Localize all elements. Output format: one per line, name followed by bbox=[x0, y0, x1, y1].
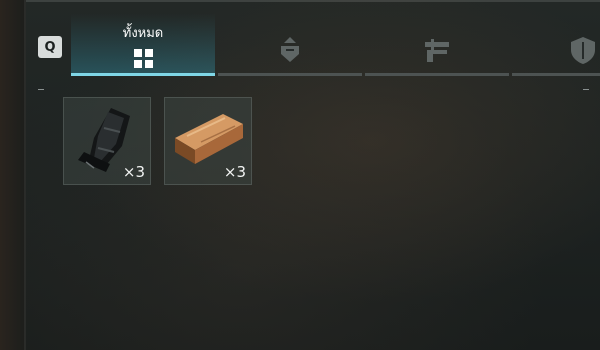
tab-weapon-underline bbox=[365, 73, 509, 76]
inventory-slot-2[interactable]: ×3 bbox=[164, 97, 252, 185]
tab-all-underline bbox=[71, 73, 215, 76]
hotkey-badge-q[interactable]: Q bbox=[38, 36, 62, 58]
weapon-icon bbox=[425, 38, 449, 62]
tab-armor-underline bbox=[218, 73, 362, 76]
section-marker-right bbox=[583, 89, 589, 90]
grid-icon bbox=[133, 48, 153, 68]
shield-icon bbox=[571, 36, 595, 64]
armor-gem-icon bbox=[281, 36, 299, 62]
tab-armor[interactable] bbox=[218, 13, 362, 76]
inventory-slot-1[interactable]: ×3 bbox=[63, 97, 151, 185]
tab-all[interactable]: ทั้งหมด bbox=[71, 13, 215, 76]
item-count: ×3 bbox=[223, 163, 246, 181]
item-count: ×3 bbox=[122, 163, 145, 181]
tab-shield-underline bbox=[512, 73, 600, 76]
top-divider bbox=[26, 0, 600, 2]
left-panel-edge bbox=[0, 0, 26, 350]
tab-shield[interactable] bbox=[512, 13, 600, 76]
section-marker-left bbox=[38, 89, 44, 90]
tab-all-label: ทั้งหมด bbox=[122, 25, 164, 41]
tab-weapon[interactable] bbox=[365, 13, 509, 76]
